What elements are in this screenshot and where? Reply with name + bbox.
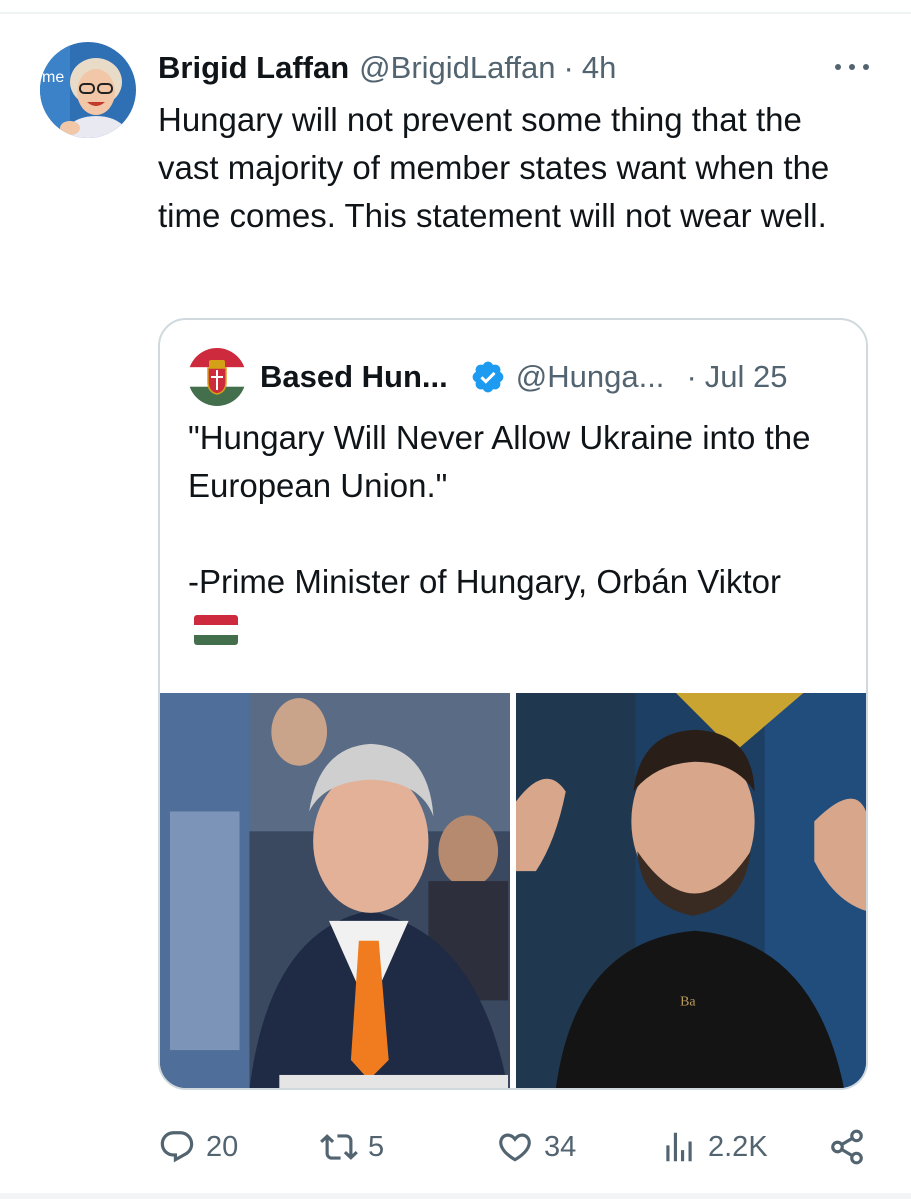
quoted-author-avatar[interactable]: [188, 348, 246, 406]
quoted-author-name[interactable]: Based Hun...: [260, 359, 448, 395]
tweet-header: Brigid Laffan @BrigidLaffan · 4h: [158, 46, 871, 90]
retweet-button[interactable]: 5: [320, 1120, 384, 1174]
like-button[interactable]: 34: [496, 1120, 576, 1174]
bottom-divider: [0, 1193, 911, 1199]
media-photo-right[interactable]: Ва: [516, 693, 866, 1088]
tweet-action-bar: 20 5 34 2.2K: [158, 1120, 870, 1174]
svg-text:Ва: Ва: [680, 994, 695, 1009]
quoted-tweet-card[interactable]: Based Hun... @Hunga... · Jul 25 "Hungary…: [158, 318, 868, 1090]
verified-badge-icon: [472, 361, 504, 393]
quoted-tweet-text-content: "Hungary Will Never Allow Ukraine into t…: [188, 419, 811, 600]
reply-count: 20: [206, 1130, 239, 1163]
quoted-author-handle[interactable]: @Hunga...: [516, 359, 665, 395]
share-button[interactable]: [828, 1120, 866, 1174]
media-photo-left[interactable]: [160, 693, 510, 1088]
author-avatar[interactable]: me: [40, 42, 136, 138]
views-count: 2.2K: [708, 1130, 768, 1163]
views-button[interactable]: 2.2K: [660, 1120, 768, 1174]
quoted-tweet-text: "Hungary Will Never Allow Ukraine into t…: [188, 414, 828, 654]
reply-icon: [160, 1131, 194, 1163]
views-chart-icon: [666, 1132, 692, 1162]
author-handle[interactable]: @BrigidLaffan: [359, 50, 555, 86]
like-count: 34: [544, 1130, 577, 1163]
quoted-tweet-date[interactable]: Jul 25: [705, 359, 788, 395]
more-options-icon[interactable]: [835, 56, 869, 78]
quoted-separator-dot: ·: [686, 359, 697, 394]
share-icon: [831, 1129, 863, 1165]
tweet-text: Hungary will not prevent some thing that…: [158, 101, 830, 234]
quoted-tweet-media: Ва: [160, 693, 866, 1088]
retweet-icon: [320, 1134, 358, 1160]
reply-button[interactable]: 20: [158, 1120, 238, 1174]
svg-text:me: me: [42, 69, 64, 86]
separator-dot: ·: [563, 50, 574, 85]
quoted-tweet-header: Based Hun... @Hunga... · Jul 25: [188, 346, 840, 408]
retweet-count: 5: [368, 1130, 385, 1163]
heart-icon: [499, 1133, 531, 1162]
author-name[interactable]: Brigid Laffan: [158, 50, 349, 86]
tweet-time[interactable]: 4h: [582, 50, 616, 86]
hungary-flag-icon: [194, 615, 238, 645]
top-divider: [0, 12, 911, 14]
